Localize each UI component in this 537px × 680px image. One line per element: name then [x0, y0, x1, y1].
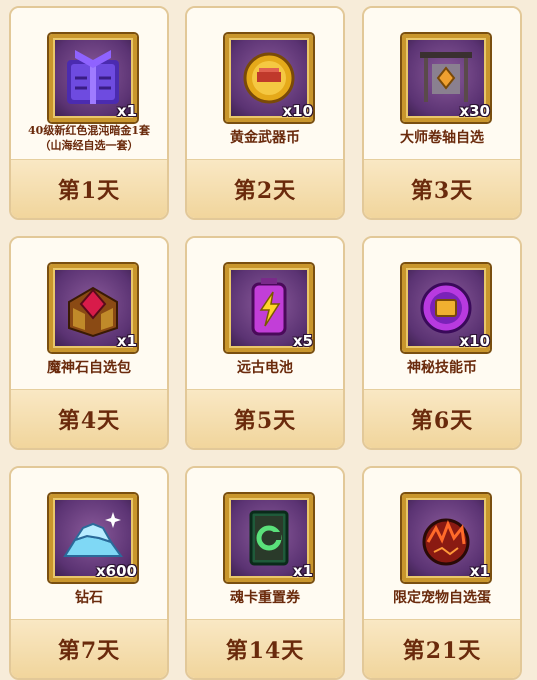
- day-label: 第3天: [410, 178, 474, 204]
- reward-card-day-3[interactable]: x30 大师卷轴自选 第3天: [362, 6, 522, 220]
- item-frame: x30: [402, 34, 490, 122]
- item-quantity: x1: [116, 332, 137, 350]
- item-quantity: x5: [292, 332, 313, 350]
- item-name: 远古电池: [237, 360, 293, 376]
- day-banner: 第14天: [187, 619, 343, 678]
- reward-card-day-21[interactable]: x1 限定宠物自选蛋 第21天: [362, 466, 522, 680]
- item-quantity: x1: [469, 562, 490, 580]
- item-frame: x10: [402, 264, 490, 352]
- day-label: 第6天: [410, 408, 474, 434]
- item-quantity: x30: [459, 102, 490, 120]
- item-quantity: x1: [116, 102, 137, 120]
- day-label: 第2天: [233, 178, 297, 204]
- item-name: 钻石: [75, 590, 103, 606]
- reward-card-day-4[interactable]: x1 魔神石自选包 第4天: [9, 236, 169, 450]
- day-label: 第14天: [225, 638, 305, 664]
- item-quantity: x1: [292, 562, 313, 580]
- item-name: 大师卷轴自选: [400, 130, 484, 146]
- item-subtitle: （山海经自选一套）: [39, 139, 139, 152]
- reward-card-day-6[interactable]: x10 神秘技能币 第6天: [362, 236, 522, 450]
- day-banner: 第2天: [187, 159, 343, 218]
- day-banner: 第3天: [364, 159, 520, 218]
- day-banner: 第1天: [11, 159, 167, 218]
- item-frame: x5: [225, 264, 313, 352]
- item-name: 黄金武器币: [230, 130, 300, 146]
- item-quantity: x10: [282, 102, 313, 120]
- reward-card-day-1[interactable]: x1 40级新红色混沌暗金1套 （山海经自选一套） 第1天: [9, 6, 169, 220]
- item-name: 神秘技能币: [407, 360, 477, 376]
- item-frame: x1: [402, 494, 490, 582]
- day-label: 第7天: [57, 638, 121, 664]
- reward-card-day-14[interactable]: x1 魂卡重置券 第14天: [185, 466, 345, 680]
- item-frame: x10: [225, 34, 313, 122]
- day-banner: 第21天: [364, 619, 520, 678]
- item-name: 限定宠物自选蛋: [393, 590, 491, 606]
- item-quantity: x10: [459, 332, 490, 350]
- day-banner: 第5天: [187, 389, 343, 448]
- day-label: 第21天: [402, 638, 482, 664]
- item-frame: x600: [49, 494, 137, 582]
- reward-card-day-7[interactable]: x600 钻石 第7天: [9, 466, 169, 680]
- item-frame: x1: [49, 34, 137, 122]
- item-name: 魂卡重置券: [230, 590, 300, 606]
- item-frame: x1: [49, 264, 137, 352]
- day-banner: 第6天: [364, 389, 520, 448]
- day-label: 第5天: [233, 408, 297, 434]
- item-quantity: x600: [96, 562, 137, 580]
- item-name: 40级新红色混沌暗金1套: [28, 124, 150, 137]
- item-name: 魔神石自选包: [47, 360, 131, 376]
- reward-grid: x1 40级新红色混沌暗金1套 （山海经自选一套） 第1天 x10 黄金武器币 …: [0, 0, 537, 680]
- day-label: 第1天: [57, 178, 121, 204]
- day-banner: 第7天: [11, 619, 167, 678]
- day-label: 第4天: [57, 408, 121, 434]
- day-banner: 第4天: [11, 389, 167, 448]
- reward-card-day-5[interactable]: x5 远古电池 第5天: [185, 236, 345, 450]
- reward-card-day-2[interactable]: x10 黄金武器币 第2天: [185, 6, 345, 220]
- item-frame: x1: [225, 494, 313, 582]
